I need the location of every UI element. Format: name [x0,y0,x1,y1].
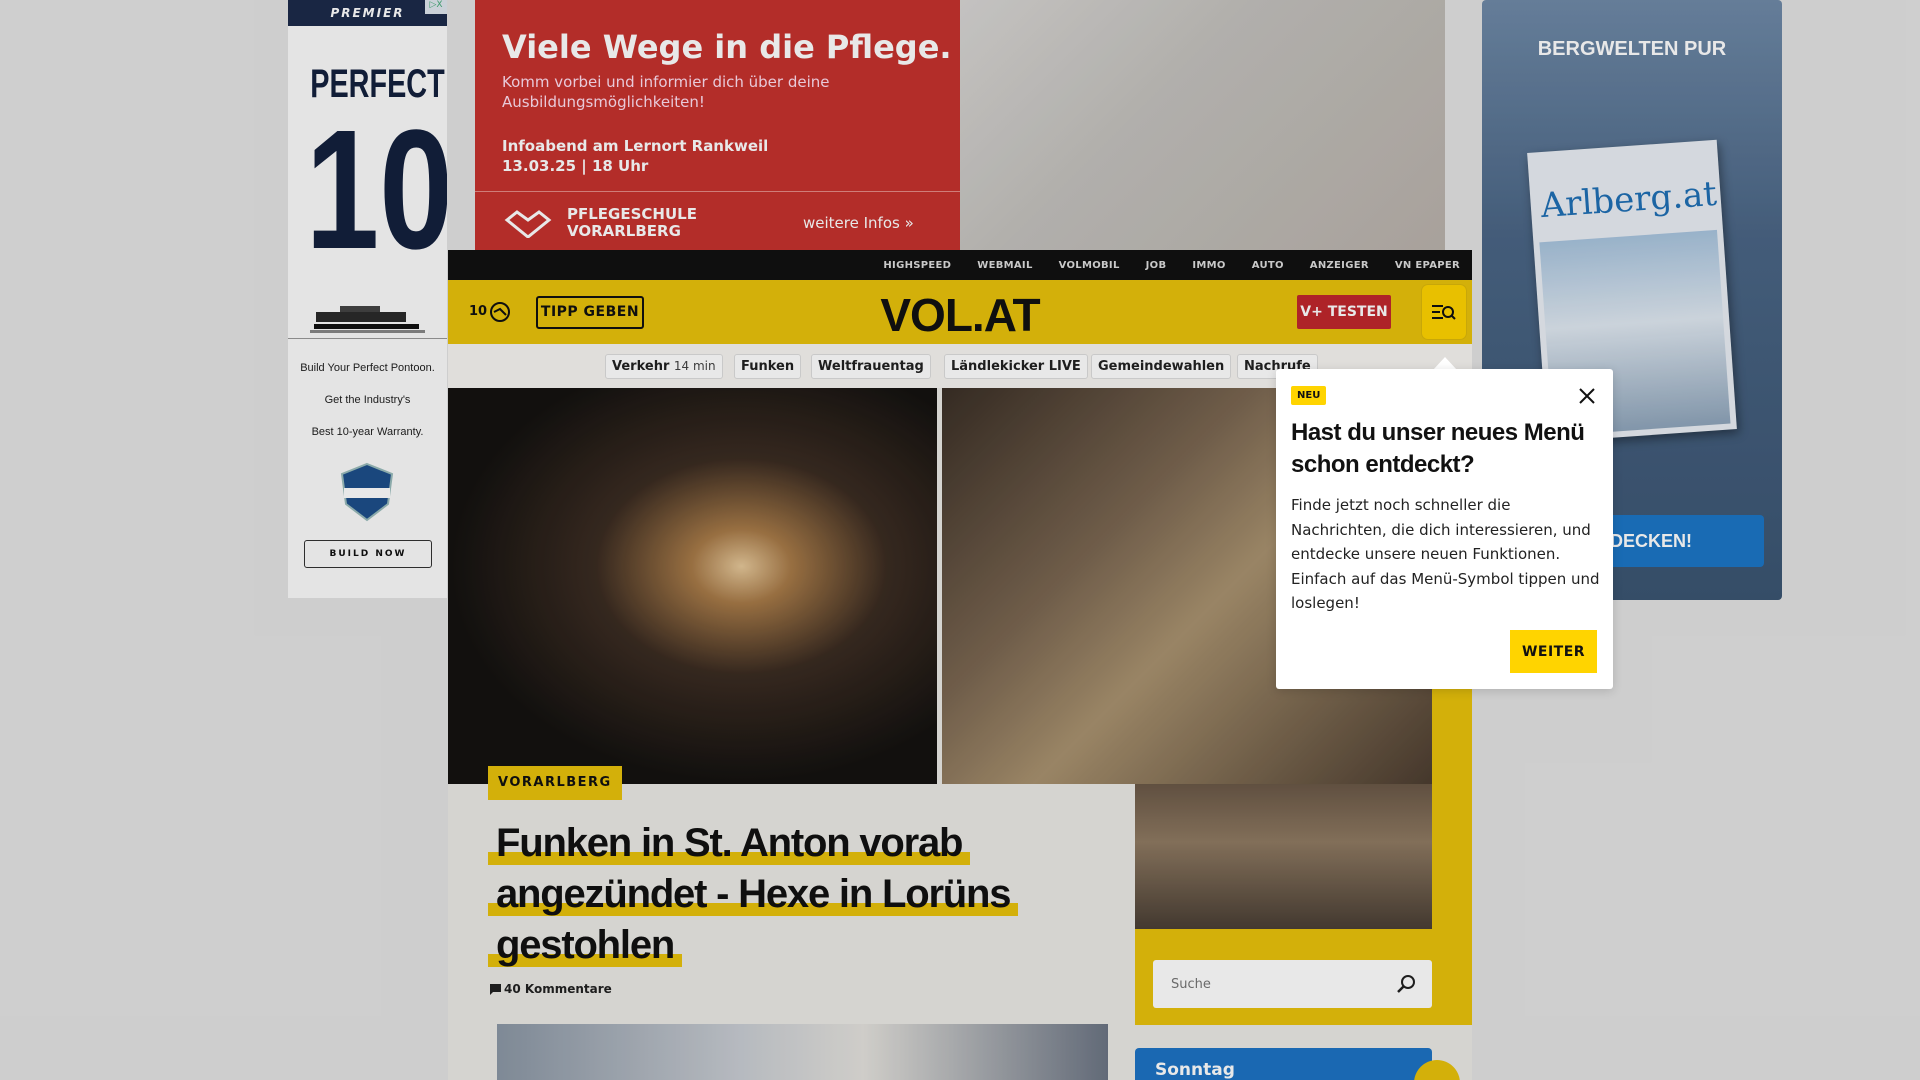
dim-overlay[interactable] [0,0,1920,1080]
new-menu-popup: NEU Hast du unser neues Menü schon entde… [1276,369,1613,689]
popup-title: Hast du unser neues Menü schon entdeckt? [1291,419,1585,478]
close-icon[interactable] [1578,387,1596,405]
popup-body: Finde jetzt noch schneller die Nachricht… [1291,496,1600,612]
new-badge: NEU [1291,386,1327,405]
weiter-button[interactable]: WEITER [1510,630,1597,673]
